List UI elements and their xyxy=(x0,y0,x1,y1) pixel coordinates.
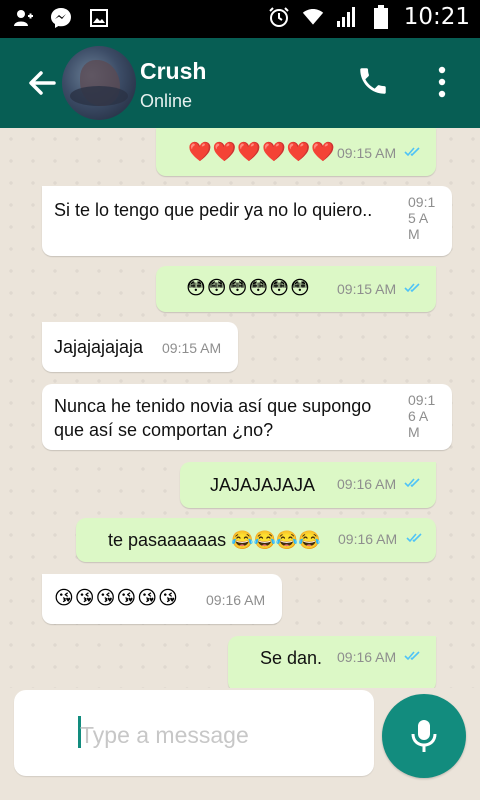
message-bubble-outgoing[interactable]: 😳😳😳😳😳😳 09:15 AM xyxy=(156,266,436,312)
alarm-icon xyxy=(268,6,290,28)
message-list[interactable]: ❤️❤️❤️❤️❤️❤️ 09:15 AM Si te lo tengo que… xyxy=(0,128,480,688)
contact-avatar[interactable] xyxy=(62,46,136,120)
message-time: 09:16 AM xyxy=(338,531,398,547)
chat-header: Crush Online xyxy=(0,38,480,128)
message-text: 😳😳😳😳😳😳 xyxy=(186,277,311,299)
read-receipt-icon xyxy=(406,533,422,543)
message-time: 09:15 AM xyxy=(337,281,397,297)
message-time: 09:15 AM xyxy=(337,145,397,161)
read-receipt-icon xyxy=(404,147,420,157)
message-bubble-outgoing[interactable]: te pasaaaaaas 😂😂😂😂 09:16 AM xyxy=(76,518,436,562)
read-receipt-icon xyxy=(404,478,420,488)
message-text: te pasaaaaaas 😂😂😂😂 xyxy=(108,530,321,550)
message-time: 09:16 AM xyxy=(337,476,397,492)
image-notification-icon xyxy=(88,7,110,29)
message-text: ❤️❤️❤️❤️❤️❤️ xyxy=(188,141,336,163)
messenger-notification-icon xyxy=(50,7,72,29)
message-bubble-incoming[interactable]: Si te lo tengo que pedir ya no lo quiero… xyxy=(42,186,452,256)
message-time: 09:16 AM xyxy=(408,392,436,440)
contact-name[interactable]: Crush xyxy=(140,58,206,85)
signal-icon xyxy=(336,6,358,28)
message-bubble-incoming[interactable]: Jajajajajaja 09:15 AM xyxy=(42,322,238,372)
message-composer xyxy=(14,690,374,776)
back-arrow-icon[interactable] xyxy=(26,66,60,100)
microphone-icon xyxy=(411,720,437,752)
more-options-icon[interactable] xyxy=(432,64,452,100)
message-text: JAJAJAJAJA xyxy=(210,475,316,495)
message-text: Se dan. xyxy=(260,648,323,668)
message-bubble-outgoing[interactable]: ❤️❤️❤️❤️❤️❤️ 09:15 AM xyxy=(156,128,436,176)
message-text: 😘😘😘😘😘😘 xyxy=(54,587,179,609)
message-bubble-incoming[interactable]: Nunca he tenido novia así que supongo qu… xyxy=(42,384,452,450)
read-receipt-icon xyxy=(404,283,420,293)
message-text: Jajajajajaja xyxy=(54,337,144,357)
contact-status: Online xyxy=(140,91,193,111)
battery-icon xyxy=(370,5,392,29)
message-text: Nunca he tenido novia así que supongo qu… xyxy=(54,396,372,440)
wifi-icon xyxy=(302,6,324,28)
message-bubble-outgoing[interactable]: Se dan. 09:16 AM xyxy=(228,636,436,688)
message-bubble-incoming[interactable]: 😘😘😘😘😘😘 09:16 AM xyxy=(42,574,282,624)
message-bubble-outgoing[interactable]: JAJAJAJAJA 09:16 AM xyxy=(180,462,436,508)
voice-record-button[interactable] xyxy=(382,694,466,778)
message-time: 09:15 AM xyxy=(162,340,222,356)
message-time: 09:16 AM xyxy=(337,649,397,665)
status-time: 10:21 xyxy=(403,4,470,30)
voice-call-icon[interactable] xyxy=(356,64,390,98)
status-bar: 10:21 xyxy=(0,0,480,38)
message-input[interactable] xyxy=(78,714,362,756)
add-contact-notification-icon xyxy=(12,7,34,29)
message-time: 09:16 AM xyxy=(206,592,266,608)
message-text: Si te lo tengo que pedir ya no lo quiero… xyxy=(54,200,373,220)
read-receipt-icon xyxy=(404,651,420,661)
message-time: 09:15 AM xyxy=(408,194,436,242)
